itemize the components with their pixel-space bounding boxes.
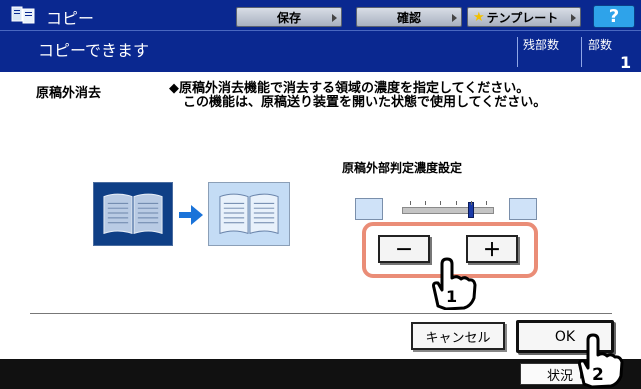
copies-value: 1 (620, 53, 632, 72)
slider-tick (440, 201, 442, 205)
status-message: コピーできます (38, 41, 150, 60)
callout-number: 1 (446, 287, 457, 306)
function-title: 原稿外消去 (36, 86, 102, 101)
remaining-copies-label: 残部数 (523, 38, 560, 52)
save-button-label: 保存 (276, 10, 301, 25)
cleared-background-book-icon (208, 182, 290, 246)
function-description: ◆原稿外消去機能で消去する領域の濃度を指定してください。 この機能は、原稿送り装… (169, 82, 547, 110)
help-button-label: ? (608, 6, 620, 27)
cancel-button[interactable]: キャンセル (411, 322, 505, 350)
divider (30, 313, 612, 314)
copies-label: 部数 (588, 38, 613, 52)
template-button-label: テンプレート (486, 10, 559, 25)
dark-book-icon (509, 198, 537, 220)
star-icon: ★ (473, 9, 485, 25)
chevron-right-icon (332, 14, 337, 22)
plus-label: ＋ (483, 240, 501, 261)
save-button[interactable]: 保存 (236, 7, 342, 27)
minus-label: － (395, 240, 413, 261)
slider-track (402, 207, 494, 214)
cancel-button-label: キャンセル (425, 330, 491, 346)
template-button[interactable]: ★ テンプレート (467, 7, 581, 27)
top-bar: コピー 保存 確認 ★ テンプレート ? (0, 0, 641, 30)
copy-app-icon (11, 6, 35, 24)
density-setting-title: 原稿外部判定濃度設定 (342, 161, 463, 175)
help-button[interactable]: ? (593, 5, 635, 28)
confirm-button-label: 確認 (396, 10, 421, 25)
dark-background-book-icon (93, 182, 173, 246)
app-title: コピー (46, 9, 95, 28)
slider-tick (470, 201, 472, 205)
arrow-right-icon (179, 205, 203, 225)
decrease-density-button[interactable]: － (378, 235, 430, 263)
divider (581, 37, 582, 67)
slider-tick (425, 201, 427, 205)
description-line: この機能は、原稿送り装置を開いた状態で使用してください。 (183, 95, 547, 110)
slider-tick (455, 201, 457, 205)
status-bar: コピーできます 残部数 部数 1 (0, 30, 641, 72)
chevron-right-icon (571, 14, 576, 22)
slider-tick (410, 201, 411, 205)
density-slider[interactable] (352, 194, 544, 224)
copy-screen: コピー 保存 確認 ★ テンプレート ? コピーできます 残部数 部数 1 原稿… (0, 0, 641, 389)
divider (517, 37, 518, 67)
confirm-button[interactable]: 確認 (356, 7, 462, 27)
light-book-icon (355, 198, 383, 220)
chevron-right-icon (452, 14, 457, 22)
callout-number: 2 (592, 365, 604, 385)
description-line: ◆原稿外消去機能で消去する領域の濃度を指定してください。 (169, 81, 530, 96)
pointing-hand-icon: 2 (578, 333, 624, 388)
pointing-hand-icon: 1 (432, 257, 477, 310)
slider-tick (486, 201, 487, 205)
